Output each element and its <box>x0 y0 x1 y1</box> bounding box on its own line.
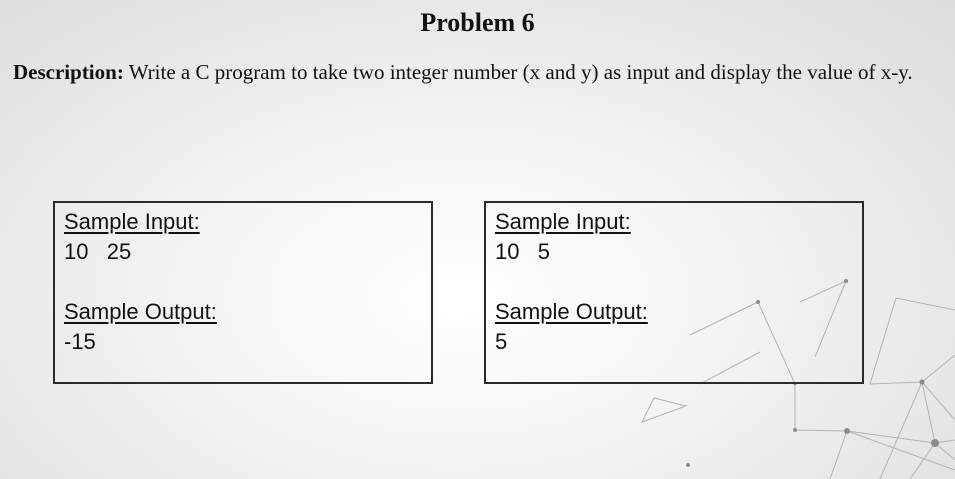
description-label: Description: <box>13 60 124 84</box>
sample-output-value: 5 <box>495 329 508 354</box>
sample-input-value: 10 5 <box>495 239 551 264</box>
sample-input-label: Sample Input: <box>495 209 631 234</box>
sample-input-value: 10 25 <box>64 239 132 264</box>
sample-box-2: Sample Input: 10 5 Sample Output: 5 <box>484 201 864 384</box>
page-title: Problem 6 <box>420 8 535 37</box>
sample-output-label: Sample Output: <box>64 299 217 324</box>
problem-description: Description: Write a C program to take t… <box>13 58 938 86</box>
sample-output-label: Sample Output: <box>495 299 648 324</box>
description-text: Write a C program to take two integer nu… <box>123 60 913 84</box>
sample-box-1: Sample Input: 10 25 Sample Output: -15 <box>53 201 433 384</box>
sample-output-value: -15 <box>64 329 96 354</box>
sample-input-label: Sample Input: <box>64 209 200 234</box>
